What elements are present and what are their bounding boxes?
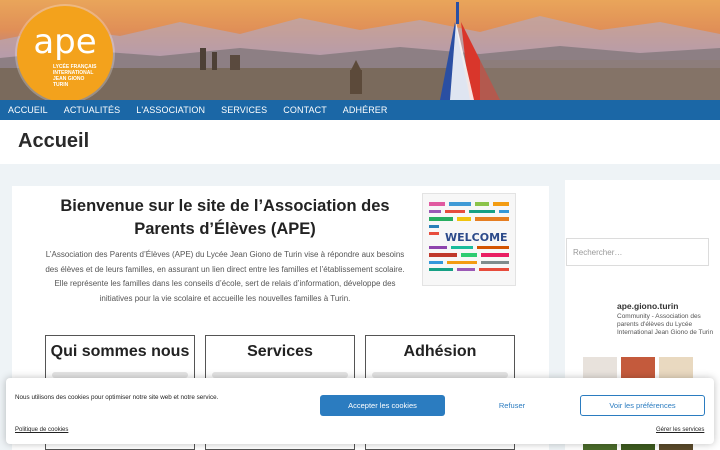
nav-item-adherer[interactable]: ADHÉRER (343, 105, 388, 115)
accept-cookies-button[interactable]: Accepter les cookies (320, 395, 445, 416)
nav-item-actualites[interactable]: ACTUALITÉS (64, 105, 121, 115)
intro-paragraph: L’Association des Parents d’Élèves (APE)… (45, 250, 405, 303)
instagram-description: Community - Association des parents d'él… (617, 313, 714, 336)
header-banner: ape LYCÉE FRANÇAIS INTERNATIONAL JEAN GI… (0, 0, 720, 100)
instagram-thumbnail[interactable] (659, 444, 693, 450)
cookie-policy-link[interactable]: Politique de cookies (15, 427, 68, 433)
view-preferences-button[interactable]: Voir les préférences (580, 395, 705, 416)
nav-item-services[interactable]: SERVICES (221, 105, 267, 115)
welcome-heading: Bienvenue sur le site de l’Association d… (60, 197, 390, 238)
main-nav: ACCUEIL ACTUALITÉS L'ASSOCIATION SERVICE… (0, 100, 720, 120)
instagram-thumbnail[interactable] (583, 444, 617, 450)
logo-text: ape (33, 22, 97, 62)
ape-logo[interactable]: ape LYCÉE FRANÇAIS INTERNATIONAL JEAN GI… (17, 6, 113, 100)
instagram-thumbnail[interactable] (621, 444, 655, 450)
manage-services-link[interactable]: Gérer les services (656, 427, 704, 433)
cookie-message: Nous utilisons des cookies pour optimise… (15, 394, 219, 401)
svg-text:WELCOME: WELCOME (445, 231, 508, 244)
box-title: Qui sommes nous (50, 343, 190, 360)
title-bar (0, 120, 720, 164)
welcome-word-cloud-image: WELCOME (422, 193, 516, 286)
box-title: Services (247, 343, 313, 360)
instagram-account-name[interactable]: ape.giono.turin (617, 301, 678, 311)
nav-item-association[interactable]: L'ASSOCIATION (136, 105, 205, 115)
nav-item-contact[interactable]: CONTACT (283, 105, 327, 115)
page-title: Accueil (18, 130, 90, 152)
logo-subtext: LYCÉE FRANÇAIS INTERNATIONAL JEAN GIONO … (53, 64, 97, 88)
search-input[interactable]: Rechercher… (566, 238, 709, 266)
nav-item-accueil[interactable]: ACCUEIL (8, 105, 48, 115)
refuse-cookies-button[interactable]: Refuser (474, 395, 550, 416)
box-title: Adhésion (403, 343, 477, 360)
